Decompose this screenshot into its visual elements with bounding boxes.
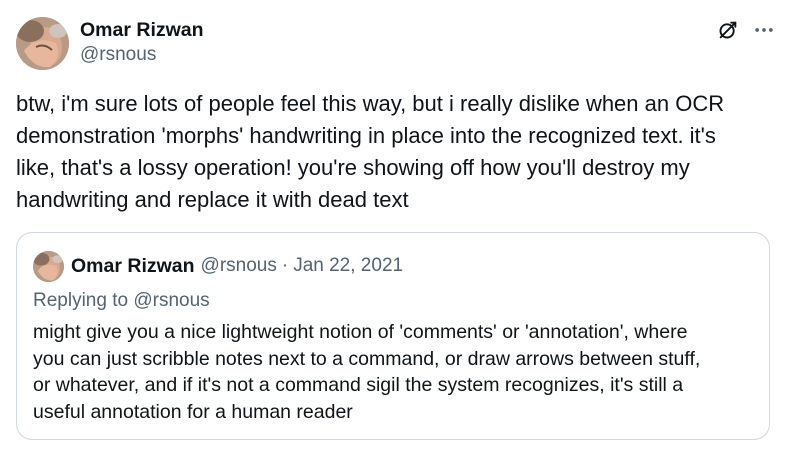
grok-icon[interactable] — [716, 18, 740, 42]
author-handle[interactable]: @rsnous — [80, 42, 204, 68]
more-horizontal-icon[interactable] — [752, 18, 776, 42]
author-names: Omar Rizwan @rsnous — [80, 18, 204, 68]
quoted-tweet-date: Jan 22, 2021 — [293, 255, 404, 276]
tweet-text: btw, i'm sure lots of people feel this w… — [16, 91, 725, 212]
quoted-author-display-name: Omar Rizwan — [71, 254, 195, 277]
quoted-tweet-text: might give you a nice lightweight notion… — [33, 321, 701, 423]
avatar[interactable] — [16, 17, 69, 70]
header-actions — [716, 16, 776, 44]
separator-dot: · — [281, 255, 289, 276]
tweet-header: Omar Rizwan @rsnous — [16, 16, 776, 72]
quoted-author-handle: @rsnous — [200, 255, 277, 276]
replying-to-label: Replying to @rsnous — [33, 290, 210, 311]
quoted-avatar — [33, 250, 64, 282]
quoted-tweet-card[interactable]: Omar Rizwan @rsnous · Jan 22, 2021 Reply… — [16, 232, 770, 440]
author-display-name[interactable]: Omar Rizwan — [80, 18, 204, 42]
quoted-tweet-header: Omar Rizwan @rsnous · Jan 22, 2021 — [33, 250, 403, 282]
